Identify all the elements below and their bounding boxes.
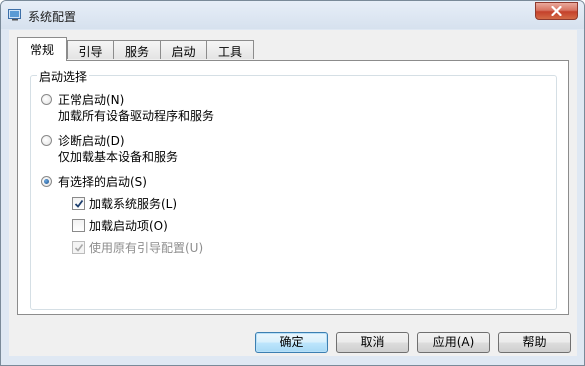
selective-startup-label[interactable]: 有选择的启动(S) bbox=[58, 173, 147, 190]
use-original-boot-config-label: 使用原有引导配置(U) bbox=[89, 241, 204, 255]
diagnostic-startup-radio[interactable] bbox=[41, 135, 52, 146]
cancel-button[interactable]: 取消 bbox=[336, 332, 409, 353]
load-startup-items-checkbox[interactable] bbox=[72, 219, 85, 232]
tab-tools-label: 工具 bbox=[217, 45, 242, 59]
load-system-services-checkbox[interactable] bbox=[72, 197, 85, 210]
selective-startup-radio[interactable] bbox=[41, 176, 52, 187]
load-system-services-label[interactable]: 加载系统服务(L) bbox=[89, 195, 177, 212]
help-button[interactable]: 帮助 bbox=[498, 332, 571, 353]
tab-general-label: 常规 bbox=[29, 43, 54, 57]
startup-selection-group: 启动选择 正常启动(N) 加载所有设备驱动程序和服务 诊断启动(D) 仅加载基本… bbox=[30, 68, 557, 310]
checkmark-icon bbox=[74, 244, 84, 252]
ok-button-label: 确定 bbox=[279, 335, 304, 349]
checkmark-icon bbox=[74, 199, 84, 208]
system-config-window: 系统配置 常规 引导 服务 启动 工具 启动选择 正常启动(N) 加载所有设备驱… bbox=[0, 0, 585, 366]
diagnostic-startup-label[interactable]: 诊断启动(D) bbox=[58, 132, 125, 149]
tab-services-label: 服务 bbox=[124, 45, 149, 59]
tab-startup[interactable]: 启动 bbox=[160, 40, 207, 59]
title-bar[interactable]: 系统配置 bbox=[1, 1, 584, 29]
apply-button[interactable]: 应用(A) bbox=[417, 332, 490, 353]
tab-tools[interactable]: 工具 bbox=[206, 40, 254, 59]
tab-general[interactable]: 常规 bbox=[17, 37, 67, 61]
tab-boot[interactable]: 引导 bbox=[67, 40, 114, 59]
tab-services[interactable]: 服务 bbox=[113, 40, 161, 59]
startup-selection-legend: 启动选择 bbox=[37, 68, 90, 85]
help-button-label: 帮助 bbox=[522, 335, 547, 349]
diagnostic-startup-description: 仅加载基本设备和服务 bbox=[58, 150, 179, 164]
use-original-boot-config-checkbox bbox=[72, 241, 85, 254]
normal-startup-description: 加载所有设备驱动程序和服务 bbox=[58, 109, 215, 123]
load-startup-items-label[interactable]: 加载启动项(O) bbox=[89, 217, 168, 234]
normal-startup-radio[interactable] bbox=[41, 94, 52, 105]
dialog-client-area: 常规 引导 服务 启动 工具 启动选择 正常启动(N) 加载所有设备驱动程序和服… bbox=[9, 30, 577, 356]
ok-button[interactable]: 确定 bbox=[255, 332, 328, 353]
close-button[interactable] bbox=[535, 2, 578, 20]
cancel-button-label: 取消 bbox=[360, 335, 385, 349]
apply-button-label: 应用(A) bbox=[432, 335, 475, 349]
tab-startup-label: 启动 bbox=[171, 45, 196, 59]
window-title: 系统配置 bbox=[28, 10, 77, 24]
system-config-icon bbox=[8, 9, 21, 21]
close-icon bbox=[551, 5, 562, 17]
general-tab-panel: 启动选择 正常启动(N) 加载所有设备驱动程序和服务 诊断启动(D) 仅加载基本… bbox=[17, 60, 569, 315]
tab-boot-label: 引导 bbox=[78, 45, 103, 59]
normal-startup-label[interactable]: 正常启动(N) bbox=[58, 91, 124, 108]
